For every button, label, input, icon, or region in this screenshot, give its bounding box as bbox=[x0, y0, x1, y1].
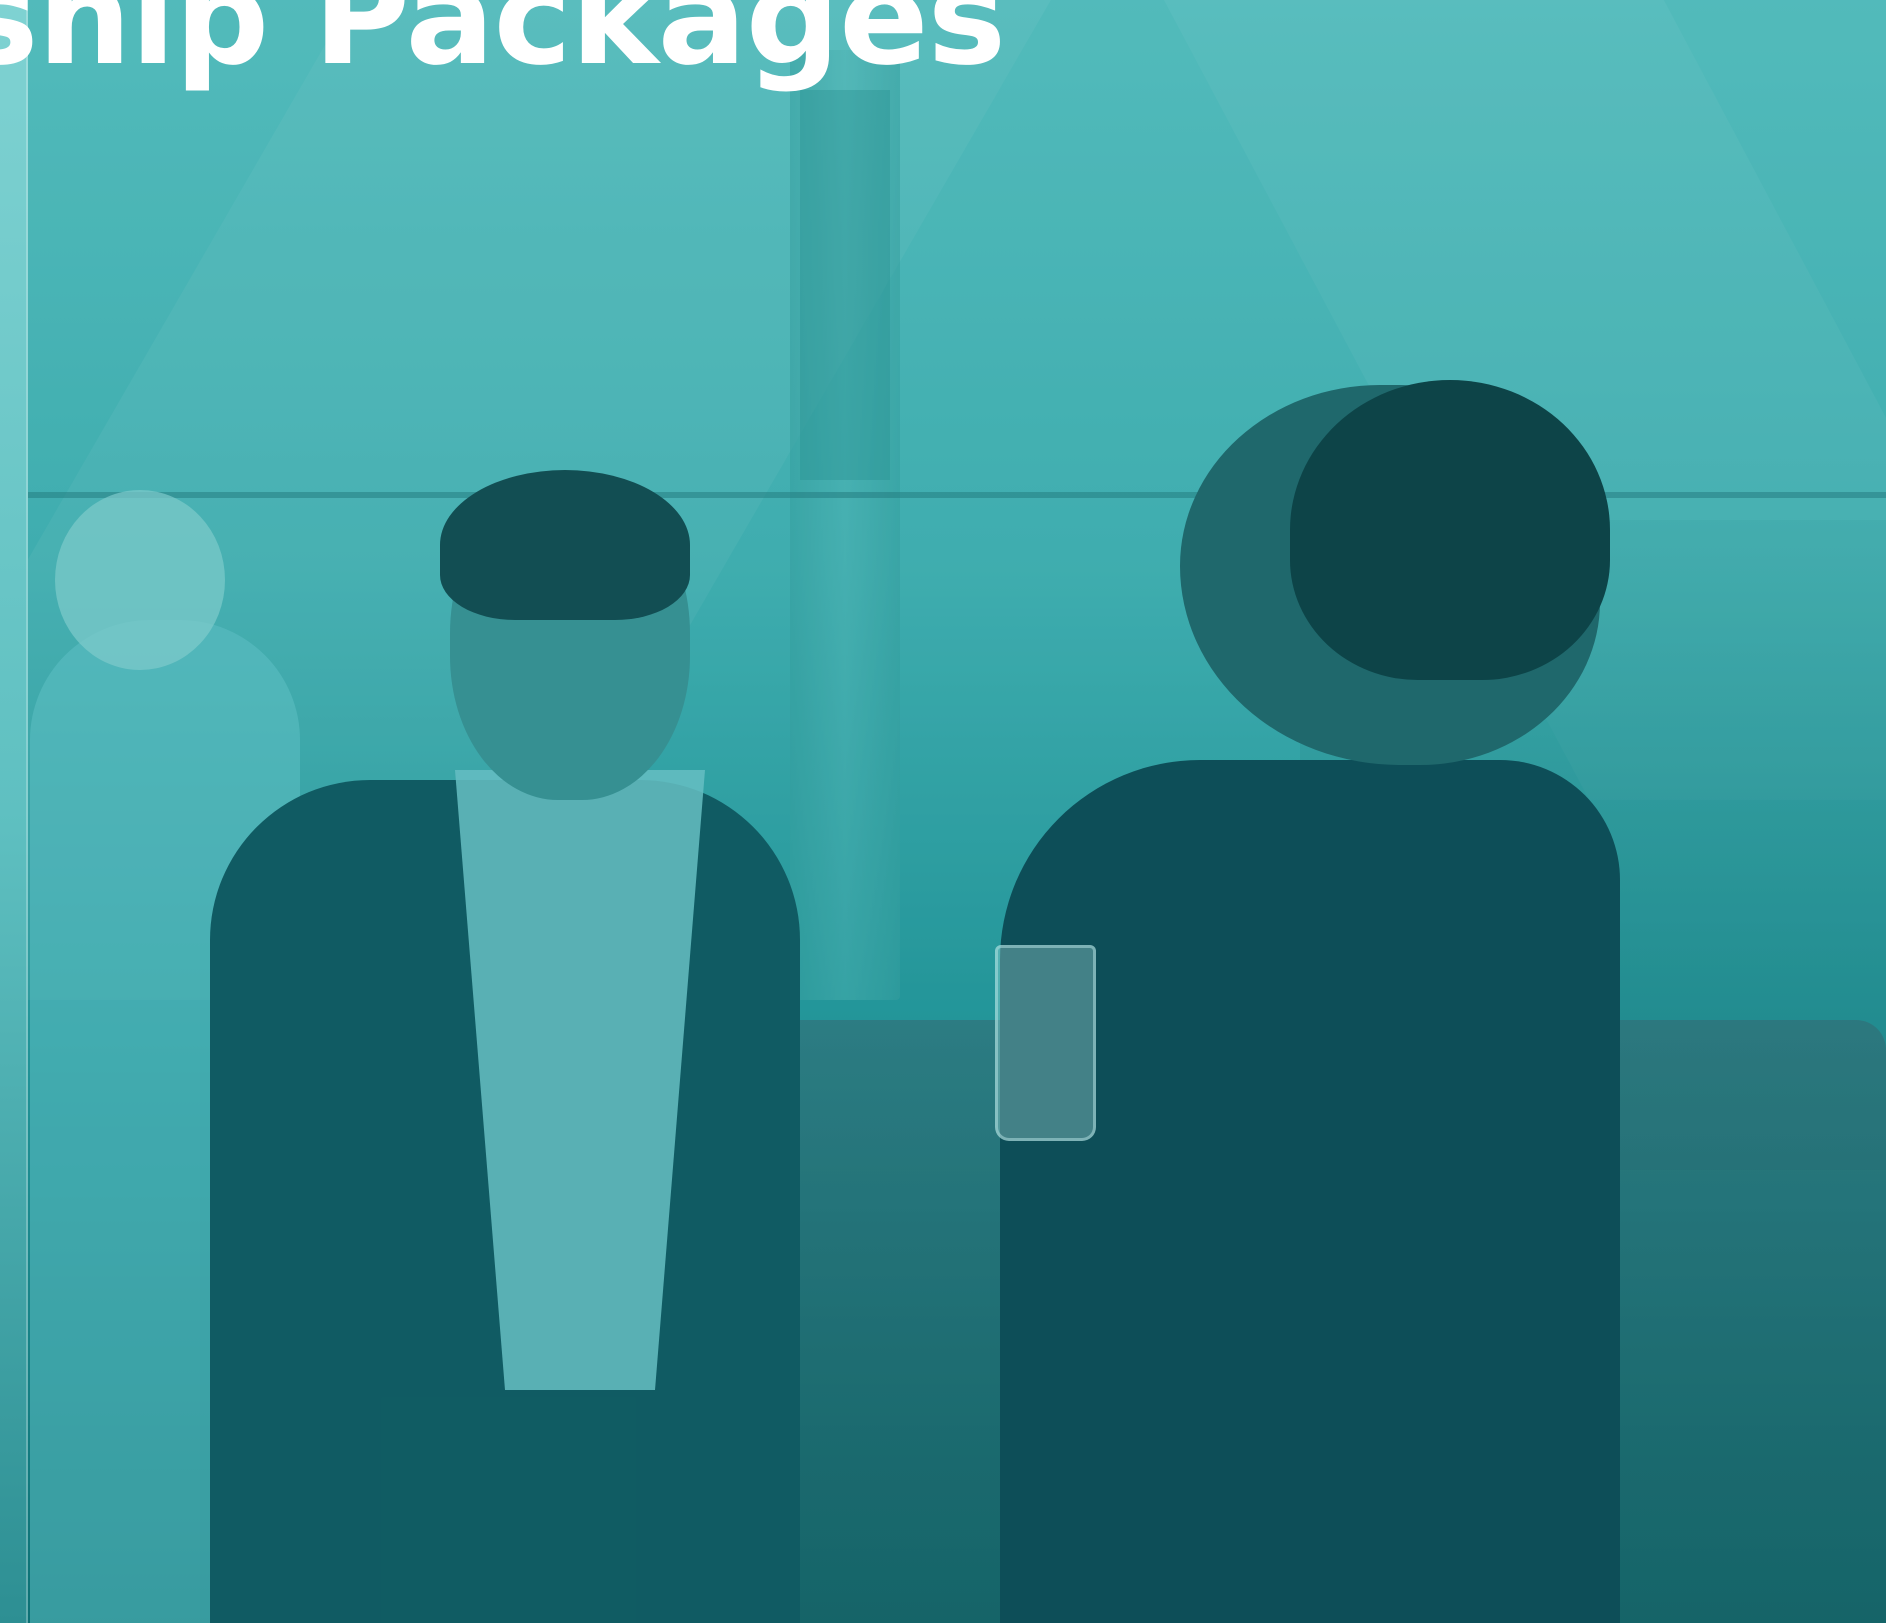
page-title: ship Packages bbox=[0, 0, 1006, 95]
teal-overlay bbox=[0, 0, 1886, 1623]
left-edge-strip bbox=[0, 0, 28, 1623]
hero-banner: ship Packages bbox=[0, 0, 1886, 1623]
